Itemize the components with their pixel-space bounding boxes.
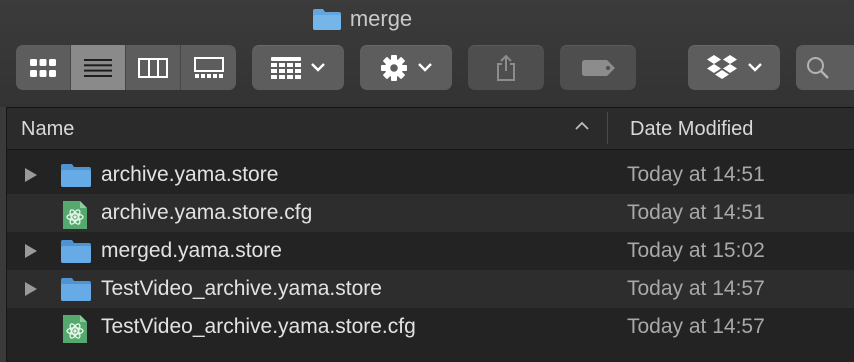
date-modified-column-header[interactable]: Date Modified — [630, 118, 753, 141]
file-row[interactable]: TestVideo_archive.yama.store.cfg Today a… — [7, 308, 854, 346]
file-date: Today at 14:57 — [627, 277, 765, 300]
folder-icon — [61, 278, 91, 301]
folder-icon — [312, 7, 342, 31]
disclosure-triangle-icon[interactable] — [24, 243, 38, 259]
icon-view-icon — [30, 58, 56, 77]
folder-icon — [61, 240, 91, 263]
chevron-down-icon — [748, 63, 762, 72]
column-view-icon — [138, 57, 168, 78]
file-row[interactable]: TestVideo_archive.yama.store Today at 14… — [7, 270, 854, 308]
file-date: Today at 14:51 — [627, 201, 765, 224]
icon-view-button[interactable] — [16, 45, 71, 90]
name-column-header[interactable]: Name — [21, 118, 74, 141]
tag-icon — [582, 59, 615, 76]
window-title-bar: merge — [0, 4, 854, 34]
file-name: TestVideo_archive.yama.store.cfg — [101, 315, 416, 338]
list-view-icon — [84, 58, 112, 77]
dropbox-icon — [707, 54, 737, 79]
cfg-file-icon — [63, 201, 87, 229]
file-name: TestVideo_archive.yama.store — [101, 277, 382, 300]
share-button[interactable] — [468, 45, 544, 90]
gallery-view-button[interactable] — [181, 45, 236, 90]
disclosure-triangle-icon[interactable] — [24, 167, 38, 183]
chevron-down-icon — [311, 63, 325, 72]
gallery-view-icon — [193, 56, 224, 78]
toolbar: merge — [0, 0, 854, 108]
file-date: Today at 14:57 — [627, 315, 765, 338]
folder-icon — [61, 164, 91, 187]
file-date: Today at 15:02 — [627, 239, 765, 262]
search-field[interactable] — [796, 45, 854, 90]
chevron-down-icon — [418, 63, 432, 72]
view-mode-selector — [16, 45, 236, 90]
file-row[interactable]: merged.yama.store Today at 15:02 — [7, 232, 854, 270]
file-name: merged.yama.store — [101, 239, 282, 262]
file-name: archive.yama.store.cfg — [101, 201, 313, 224]
list-view-button[interactable] — [71, 45, 126, 90]
group-grid-icon — [271, 56, 301, 79]
sort-ascending-icon[interactable] — [574, 120, 590, 130]
window-left-edge — [0, 107, 7, 362]
file-name: archive.yama.store — [101, 163, 279, 186]
column-divider[interactable] — [607, 112, 608, 144]
share-icon — [497, 54, 515, 81]
file-list: archive.yama.store Today at 14:51 archiv… — [7, 156, 854, 346]
column-header: Name Date Modified — [7, 108, 854, 150]
dropbox-button[interactable] — [688, 45, 780, 90]
tags-button[interactable] — [560, 45, 636, 90]
file-row[interactable]: archive.yama.store.cfg Today at 14:51 — [7, 194, 854, 232]
window-title: merge — [349, 6, 413, 31]
search-icon — [807, 56, 829, 79]
cfg-file-icon — [63, 315, 87, 343]
gear-icon — [381, 54, 407, 81]
file-row[interactable]: archive.yama.store Today at 14:51 — [7, 156, 854, 194]
disclosure-triangle-icon[interactable] — [24, 281, 38, 297]
action-button[interactable] — [360, 45, 452, 90]
group-by-button[interactable] — [252, 45, 344, 90]
file-date: Today at 14:51 — [627, 163, 765, 186]
column-view-button[interactable] — [126, 45, 181, 90]
